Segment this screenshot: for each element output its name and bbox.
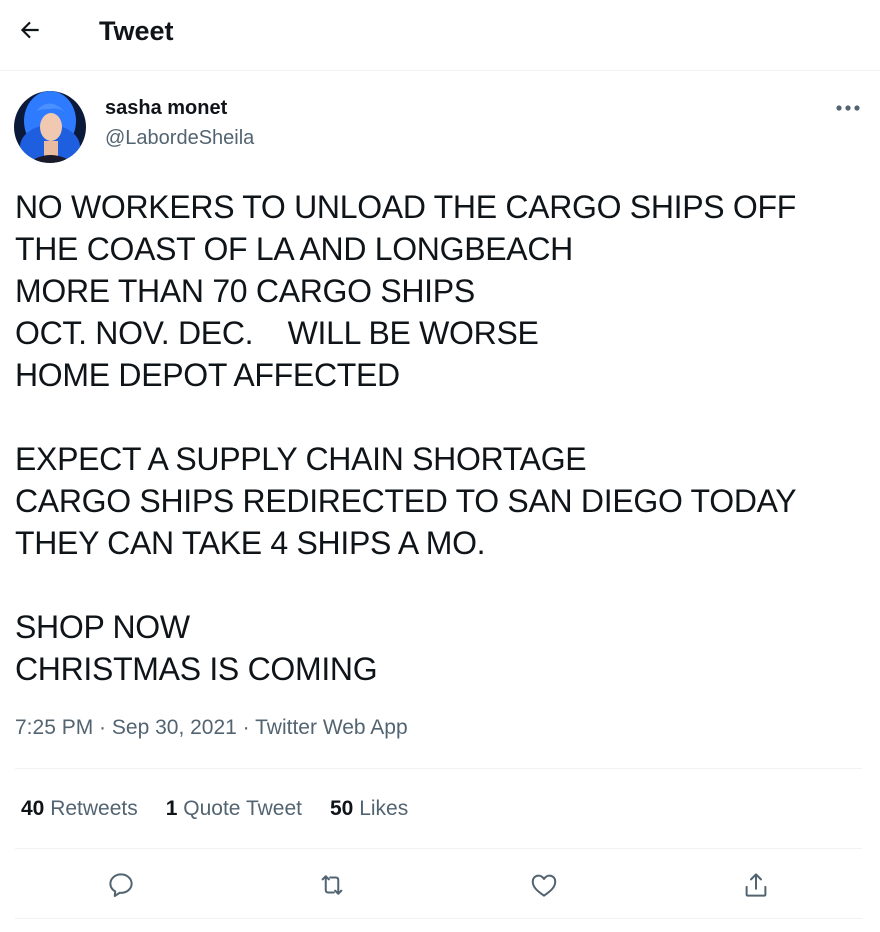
tweet-text-line: THEY CAN TAKE 4 SHIPS A MO.: [15, 525, 486, 561]
retweets-count: 40: [21, 797, 45, 820]
retweet-button[interactable]: [312, 865, 352, 905]
author-name[interactable]: sasha monet: [105, 96, 227, 120]
tweet-text-line: NO WORKERS TO UNLOAD THE CARGO SHIPS OFF: [15, 189, 797, 225]
tweet-text-line: THE COAST OF LA AND LONGBEACH: [15, 231, 573, 267]
meta-separator: ·: [236, 716, 256, 739]
quotes-count: 1: [165, 797, 178, 820]
engagement-stats: 40 Retweets 1 Quote Tweet 50 Likes: [21, 796, 408, 822]
divider: [15, 848, 862, 849]
tweet-text-line: SHOP NOW: [15, 609, 190, 645]
reply-button[interactable]: [101, 865, 141, 905]
author-handle[interactable]: @LabordeSheila: [105, 126, 254, 150]
tweet-text-line: MORE THAN 70 CARGO SHIPS: [15, 273, 475, 309]
top-bar: Tweet: [0, 0, 880, 71]
more-options-button[interactable]: [828, 96, 868, 120]
divider: [15, 918, 862, 919]
back-button[interactable]: [14, 14, 46, 46]
tweet-time[interactable]: 7:25 PM: [15, 716, 93, 739]
retweet-icon: [321, 875, 343, 895]
tweet-text-line: EXPECT A SUPPLY CHAIN SHORTAGE: [15, 441, 587, 477]
like-button[interactable]: [524, 865, 564, 905]
reply-icon: [109, 873, 133, 897]
quote-tweets-stat[interactable]: 1 Quote Tweet: [166, 796, 302, 822]
retweets-stat[interactable]: 40 Retweets: [21, 796, 138, 822]
tweet-meta: 7:25 PM · Sep 30, 2021 · Twitter Web App: [15, 715, 408, 741]
tweet-date[interactable]: Sep 30, 2021: [112, 716, 237, 739]
page-title: Tweet: [99, 16, 174, 46]
arrow-left-icon: [20, 21, 39, 39]
tweet-text-line: CHRISTMAS IS COMING: [15, 651, 378, 687]
divider: [15, 768, 862, 769]
tweet-text-line: [15, 564, 865, 606]
likes-stat[interactable]: 50 Likes: [330, 796, 408, 822]
meta-separator: ·: [93, 716, 112, 739]
quotes-label: Quote Tweet: [183, 797, 302, 820]
more-dots-icon: [836, 105, 860, 111]
tweet-text-line: OCT. NOV. DEC. WILL BE WORSE: [15, 315, 539, 351]
tweet-text: NO WORKERS TO UNLOAD THE CARGO SHIPS OFF…: [15, 186, 865, 690]
like-icon: [531, 874, 557, 897]
tweet-source[interactable]: Twitter Web App: [255, 716, 408, 739]
tweet-text-line: [15, 396, 865, 438]
action-bar: [0, 865, 880, 905]
likes-label: Likes: [359, 797, 409, 820]
tweet-text-line: CARGO SHIPS REDIRECTED TO SAN DIEGO TODA…: [15, 483, 797, 519]
likes-count: 50: [329, 797, 354, 820]
retweets-label: Retweets: [50, 797, 138, 820]
share-icon: [745, 873, 767, 897]
avatar[interactable]: [14, 91, 86, 163]
share-button[interactable]: [736, 865, 776, 905]
tweet-text-line: HOME DEPOT AFFECTED: [15, 357, 400, 393]
